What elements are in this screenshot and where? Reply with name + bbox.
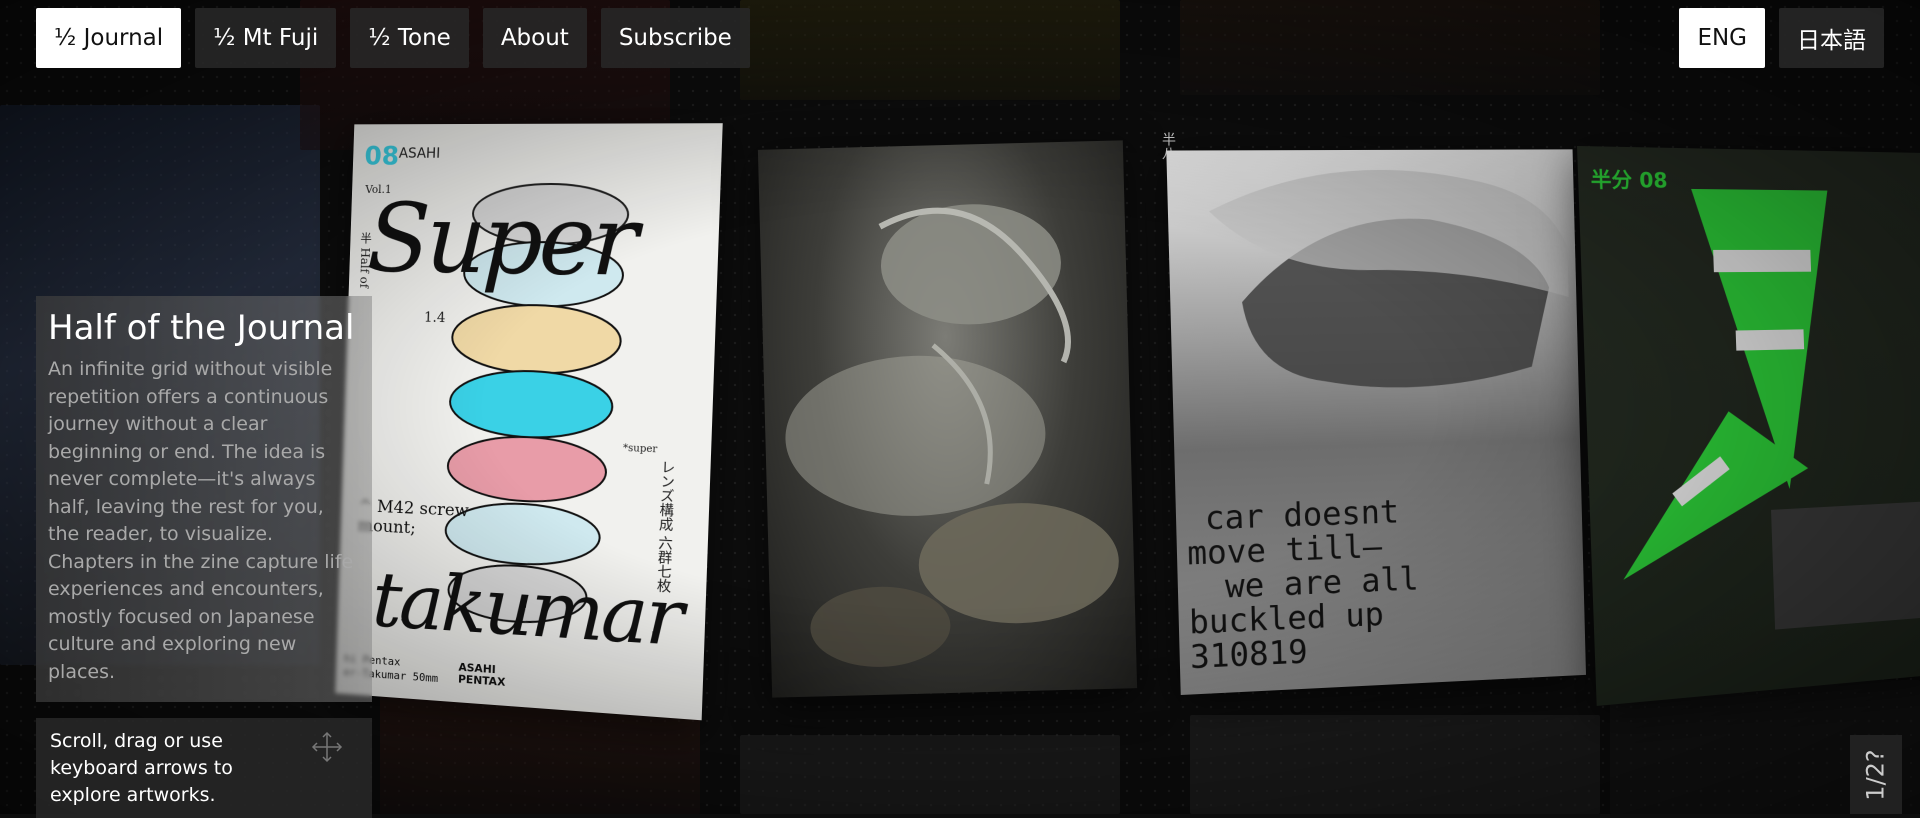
info-panel: Half of the Journal An infinite grid wit… xyxy=(36,296,372,702)
poster-brand: ASAHI xyxy=(398,145,441,162)
language-eng[interactable]: ENG xyxy=(1679,8,1765,68)
nav-journal[interactable]: ½ Journal xyxy=(36,8,182,68)
artwork-card-dragon-statue[interactable] xyxy=(757,140,1138,698)
far-right-label: 半分 08 xyxy=(1590,167,1668,193)
poster-issue: 08 xyxy=(364,141,400,172)
car-poem: car doesnt move till— we are all buckled… xyxy=(1186,492,1421,676)
background-artwork-tile xyxy=(740,735,1120,814)
language-japanese[interactable]: 日本語 xyxy=(1779,8,1884,68)
traffic-cone-illustration xyxy=(1617,188,1920,630)
artwork-card-super-takumar[interactable]: 08 ASAHI Vol.1 半 Half of Super 1.4 *supe… xyxy=(335,123,723,721)
nav-mt-fuji[interactable]: ½ Mt Fuji xyxy=(195,8,337,68)
hint-text: Scroll, drag or use keyboard arrows to e… xyxy=(50,730,233,806)
info-description: An infinite grid without visible repetit… xyxy=(48,358,354,683)
half-logo-mark: 1/2? xyxy=(1850,735,1902,814)
background-artwork-tile xyxy=(1190,715,1600,814)
navigation-hint: Scroll, drag or use keyboard arrows to e… xyxy=(36,718,372,818)
nav-about[interactable]: About xyxy=(482,8,587,68)
main-navigation: ½ Journal ½ Mt Fuji ½ Tone About Subscri… xyxy=(36,8,750,68)
artwork-card-traffic-cones[interactable]: 半分 08 xyxy=(1577,145,1920,706)
nav-subscribe[interactable]: Subscribe xyxy=(600,8,750,68)
poster-word-top: Super xyxy=(365,183,637,299)
move-arrows-icon xyxy=(310,730,344,772)
dragon-illustration xyxy=(785,204,1119,667)
half-logo-text: 1/2? xyxy=(1862,748,1890,801)
info-title: Half of the Journal xyxy=(48,308,355,348)
car-silhouette xyxy=(1207,169,1569,392)
language-switcher: ENG 日本語 xyxy=(1679,8,1884,68)
poster-spec: ^ M42 screw mount; xyxy=(357,496,470,539)
pentax-logo: ASAHI PENTAX xyxy=(457,660,506,689)
background-artwork-tile xyxy=(1180,0,1600,95)
poster-number: 1.4 xyxy=(423,309,446,327)
nav-tone[interactable]: ½ Tone xyxy=(350,8,469,68)
poster-small-label: *super xyxy=(622,442,658,456)
artwork-card-buckled-up[interactable]: car doesnt move till— we are all buckled… xyxy=(1166,149,1586,696)
background-artwork-tile xyxy=(740,0,1120,100)
